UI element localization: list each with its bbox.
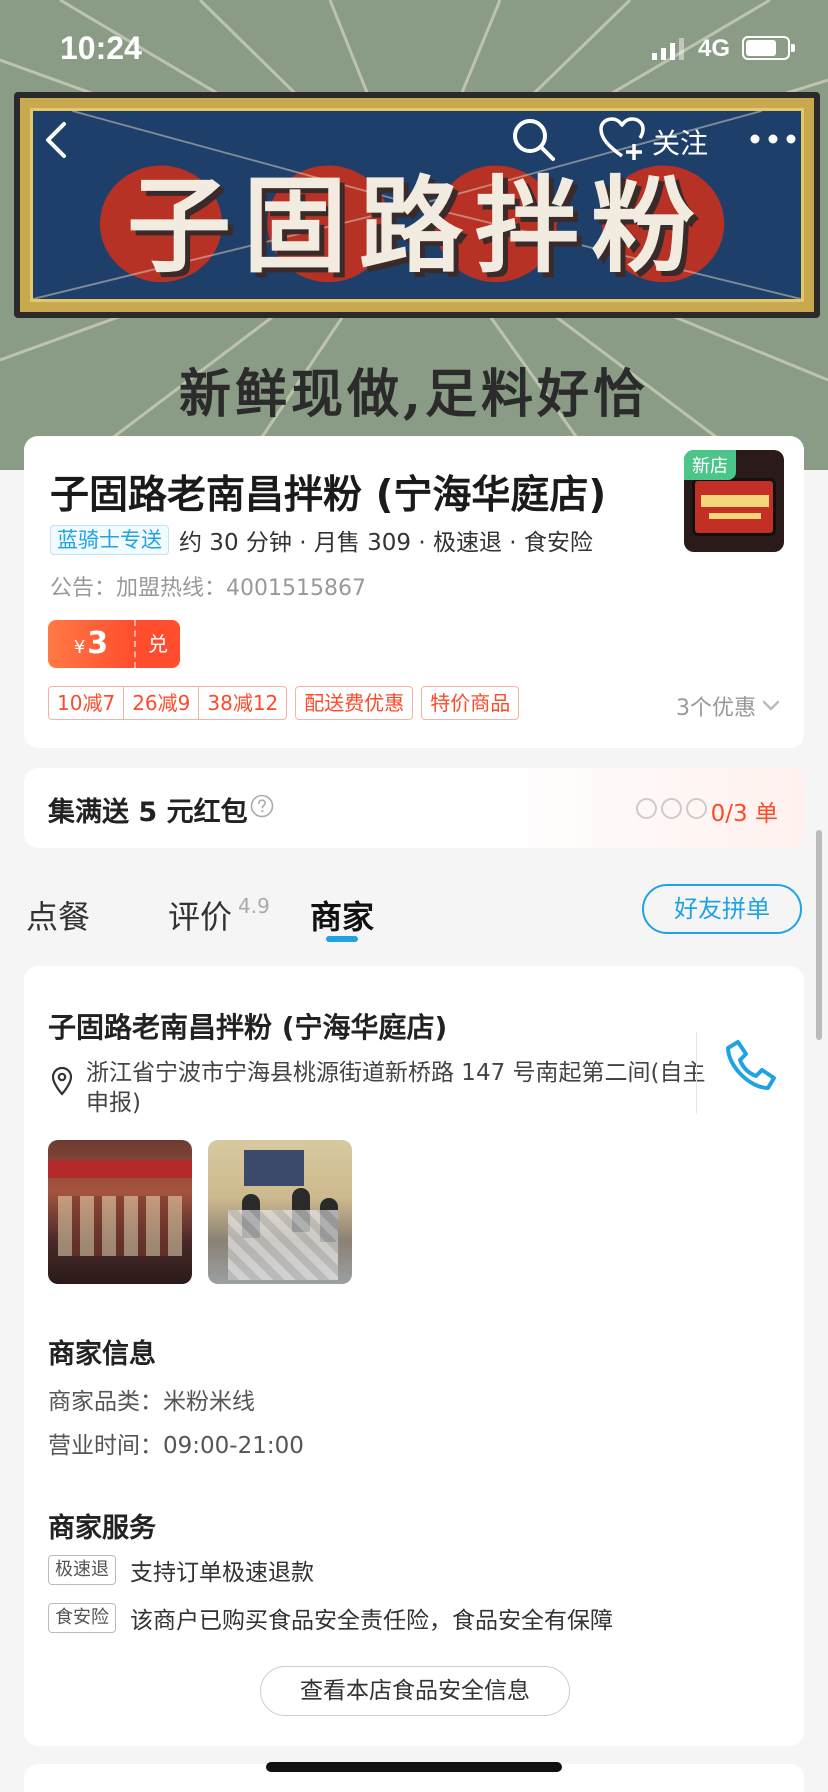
redeem-coupon[interactable]: ¥ 3 兑 [48, 620, 180, 668]
delivery-fee-promo: 配送费优惠 [295, 686, 414, 720]
merchant-hours: 营业时间：09:00-21:00 [48, 1433, 304, 1459]
new-shop-badge: 新店 [684, 450, 736, 480]
scrollbar[interactable] [816, 830, 822, 1040]
divider [696, 1032, 697, 1114]
home-indicator[interactable] [266, 1762, 562, 1772]
coupon-amount: 3 [87, 626, 109, 661]
shop-name: 子固路老南昌拌粉 (宁海华庭店) [50, 473, 607, 518]
storefront-photo[interactable] [48, 1140, 192, 1284]
merchant-info-card: 子固路老南昌拌粉 (宁海华庭店) 浙江省宁波市宁海县桃源街道新桥路 147 号南… [24, 966, 804, 1746]
tab-review[interactable]: 评价 [168, 892, 232, 938]
signal-icon [652, 38, 684, 60]
photo-figure [292, 1188, 310, 1232]
service-tag: 食安险 [48, 1603, 116, 1633]
merchant-name: 子固路老南昌拌粉 (宁海华庭店) [48, 1011, 448, 1044]
shop-logo: 新店 [684, 450, 784, 552]
merchant-photos [48, 1140, 352, 1284]
progress-dot [636, 798, 657, 819]
food-safety-button[interactable]: 查看本店食品安全信息 [260, 1666, 570, 1716]
merchant-address: 浙江省宁波市宁海县桃源街道新桥路 147 号南起第二间(自主申报) [86, 1060, 706, 1116]
coupon-value: ¥ 3 [48, 620, 134, 668]
service-item: 食安险 该商户已购买食品安全责任险，食品安全有保障 [48, 1602, 613, 1634]
heart-plus-icon [599, 117, 645, 160]
special-item-promo: 特价商品 [421, 686, 520, 720]
phone-icon[interactable] [724, 1038, 776, 1092]
group-order-button[interactable]: 好友拼单 [642, 884, 802, 934]
discount-item: 38减12 [198, 687, 286, 719]
service-text: 该商户已购买食品安全责任险，食品安全有保障 [130, 1608, 613, 1634]
service-text: 支持订单极速退款 [130, 1560, 314, 1586]
progress-dots [636, 798, 708, 820]
coupon-redeem-label: 兑 [134, 620, 180, 668]
network-type: 4G [698, 35, 731, 62]
interior-photo[interactable] [208, 1140, 352, 1284]
red-packet-title: 集满送 5 元红包 [48, 797, 248, 828]
tab-merchant[interactable]: 商家 [310, 892, 374, 938]
coupon-symbol: ¥ [73, 637, 86, 658]
banner-slogan: 新鲜现做,足料好恰 [178, 364, 650, 425]
tab-order[interactable]: 点餐 [26, 892, 90, 938]
delivery-tag: 蓝骑士专送 [50, 525, 169, 555]
location-pin-icon [51, 1066, 73, 1096]
review-rating: 4.9 [238, 894, 270, 918]
discount-group: 10减7 26减9 38减12 [48, 686, 288, 720]
shop-notice: 公告：加盟热线：4001515867 [50, 576, 366, 601]
promotions-expand[interactable]: 3个优惠 [676, 690, 780, 722]
question-icon[interactable] [250, 794, 274, 818]
merchant-info-title: 商家信息 [48, 1339, 156, 1370]
active-tab-indicator [326, 936, 358, 942]
shop-info-card: 子固路老南昌拌粉 (宁海华庭店) 蓝骑士专送 约 30 分钟 · 月售 309 … [24, 436, 804, 748]
discount-item: 10减7 [57, 691, 116, 715]
chevron-down-icon [762, 700, 780, 711]
search-icon[interactable] [510, 116, 558, 164]
progress-dot [661, 798, 682, 819]
shop-tabs: 点餐 评价 4.9 商家 好友拼单 [0, 880, 828, 950]
follow-label: 关注 [652, 127, 709, 160]
shop-meta: 约 30 分钟 · 月售 309 · 极速退 · 食安险 [179, 530, 593, 556]
back-icon[interactable] [38, 118, 78, 162]
photo-figure [320, 1198, 338, 1242]
progress-dot [686, 798, 707, 819]
merchant-service-title: 商家服务 [48, 1513, 156, 1544]
red-packet-card[interactable]: 集满送 5 元红包 0/3 单 [24, 768, 804, 848]
photo-figure [242, 1194, 260, 1238]
promotions-count: 3个优惠 [676, 696, 756, 721]
service-item: 极速退 支持订单极速退款 [48, 1554, 314, 1586]
service-tag: 极速退 [48, 1555, 116, 1585]
follow-button[interactable]: 关注 [598, 114, 718, 164]
battery-icon [742, 36, 795, 60]
status-bar: 10:24 4G [0, 0, 828, 92]
more-dots-icon[interactable] [748, 124, 798, 154]
discount-item: 26减9 [123, 687, 198, 719]
merchant-category: 商家品类：米粉米线 [48, 1389, 255, 1415]
status-time: 10:24 [60, 30, 142, 66]
logo-tv-image [692, 478, 776, 536]
red-packet-progress: 0/3 单 [710, 801, 778, 827]
promotions-row[interactable]: 10减7 26减9 38减12 配送费优惠 特价商品 [48, 686, 520, 720]
shop-meta-row: 蓝骑士专送 约 30 分钟 · 月售 309 · 极速退 · 食安险 [50, 524, 593, 556]
